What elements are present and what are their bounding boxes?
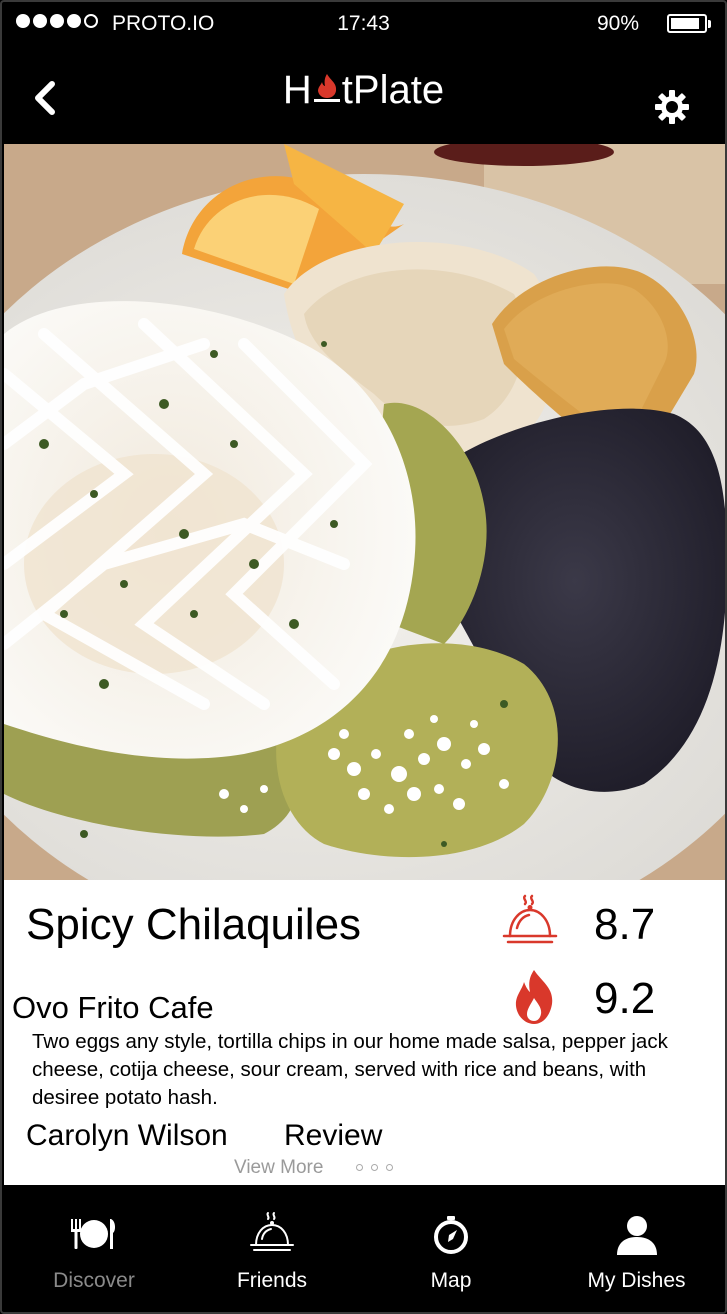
tab-label: My Dishes bbox=[587, 1269, 686, 1292]
tab-label: Discover bbox=[53, 1269, 135, 1292]
spice-rating-value: 9.2 bbox=[594, 974, 656, 1023]
dish-description: Two eggs any style, tortilla chips in ou… bbox=[32, 1030, 668, 1109]
phone-frame: PROTO.IO 17:43 90% H tPlate Spicy Chilaq… bbox=[0, 0, 727, 1314]
tab-my-dishes[interactable]: My Dishes bbox=[544, 1185, 725, 1312]
settings-button[interactable] bbox=[653, 88, 691, 126]
tab-discover[interactable]: Discover bbox=[2, 1185, 186, 1312]
review-link[interactable]: Review bbox=[284, 1119, 382, 1153]
app-logo: H tPlate bbox=[2, 68, 725, 115]
tab-map[interactable]: Map bbox=[358, 1185, 544, 1312]
tab-bar: Discover Friends Map My Dishes bbox=[2, 1185, 725, 1312]
battery-icon bbox=[667, 14, 711, 33]
logo-suffix: tPlate bbox=[341, 68, 445, 112]
status-bar: PROTO.IO 17:43 90% bbox=[2, 2, 725, 46]
dish-name: Spicy Chilaquiles bbox=[26, 900, 362, 949]
cloche-icon bbox=[250, 1212, 294, 1251]
more-dots-icon bbox=[356, 1164, 393, 1171]
tab-friends[interactable]: Friends bbox=[186, 1185, 358, 1312]
cloche-rating-icon bbox=[502, 894, 558, 944]
reviewer-name[interactable]: Carolyn Wilson bbox=[26, 1119, 228, 1153]
dish-rating-value: 8.7 bbox=[594, 900, 656, 949]
dish-photo bbox=[4, 144, 725, 880]
battery-percent: 90% bbox=[596, 12, 639, 35]
gear-icon bbox=[655, 90, 689, 124]
nav-bar: H tPlate bbox=[2, 46, 725, 144]
logo-prefix: H bbox=[282, 68, 312, 112]
compass-icon bbox=[434, 1216, 468, 1254]
dish-details: Spicy Chilaquiles 8.7 9.2 Ovo Frito Cafe… bbox=[4, 880, 725, 1185]
restaurant-name[interactable]: Ovo Frito Cafe bbox=[12, 990, 214, 1026]
flame-rating-icon bbox=[515, 970, 553, 1024]
tab-label: Map bbox=[430, 1269, 472, 1292]
plate-cutlery-icon bbox=[71, 1219, 116, 1249]
user-icon bbox=[616, 1216, 657, 1255]
tab-label: Friends bbox=[236, 1269, 308, 1292]
view-more-link[interactable]: View More bbox=[234, 1157, 323, 1179]
flame-o-icon bbox=[312, 70, 342, 115]
